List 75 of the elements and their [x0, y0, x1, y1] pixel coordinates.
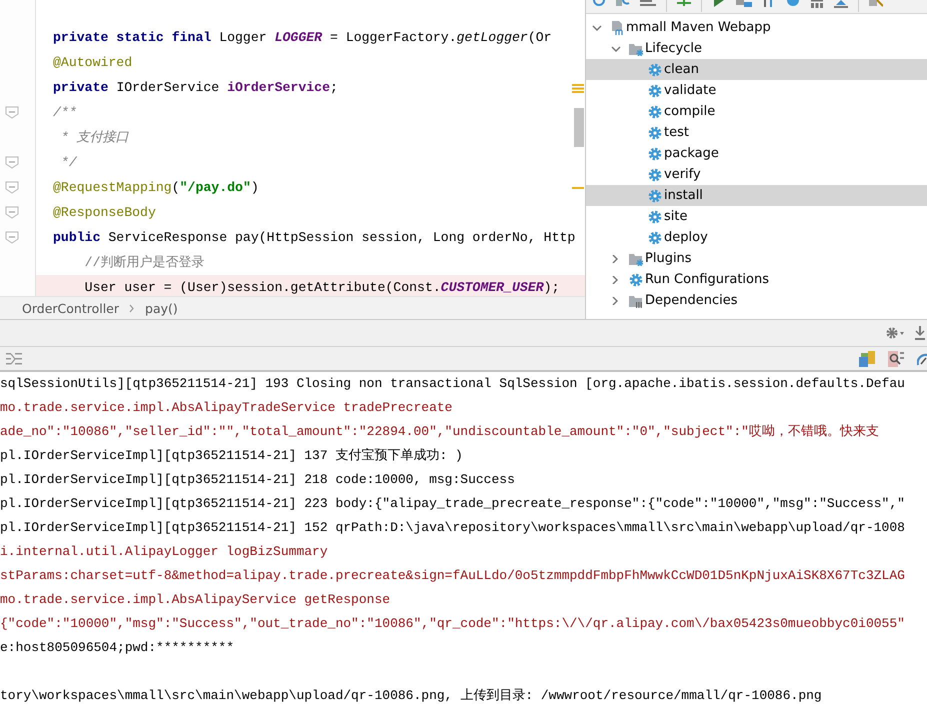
tree-item[interactable]: Dependencies [586, 290, 927, 311]
wrench-icon[interactable] [869, 0, 883, 8]
log-line: pl.IOrderServiceImpl][qtp365211514-21] 223 body:{"alipay_trade_precreate_response":{"code":"10000","msg":"Success"," [0, 495, 906, 513]
refresh-icon[interactable] [592, 0, 606, 8]
breadcrumb-item[interactable]: pay() [145, 300, 178, 316]
scrollbar-thumb[interactable] [574, 108, 584, 147]
gear-icon [648, 230, 662, 244]
code-line: @RequestMapping("/pay.do") [52, 179, 259, 197]
plus-icon[interactable] [677, 0, 691, 8]
layout-icon[interactable] [859, 350, 875, 366]
gear-icon [648, 168, 662, 182]
code-line: //判断用户是否登录 [84, 254, 204, 272]
tree-item[interactable]: mmall Maven Webapp [586, 17, 927, 38]
soft-wrap-icon[interactable] [6, 352, 22, 366]
collapse-icon[interactable] [834, 0, 848, 8]
chevron-right-icon [129, 304, 136, 312]
log-line: ade_no":"10086","seller_id":"","total_amount":"22894.00","undiscountable_amount":"0","subject":"哎呦，不错哦。快来支 [0, 423, 880, 441]
log-line: i.internal.util.AlipayLogger logBizSummary [0, 543, 329, 561]
gear-icon [648, 146, 662, 160]
pin-icon[interactable] [915, 326, 925, 340]
tree-item[interactable]: compile [586, 101, 927, 122]
gear-icon [648, 126, 662, 140]
chevron-down-icon[interactable] [611, 44, 621, 52]
maven-project-icon [610, 20, 624, 34]
log-line: pl.IOrderServiceImpl][qtp365211514-21] 218 code:10000, msg:Success [0, 471, 516, 489]
fold-marker-icon[interactable] [5, 231, 19, 244]
tree-item[interactable]: Lifecycle [586, 38, 927, 59]
tree-item[interactable]: Plugins [586, 248, 927, 269]
log-line: e:host805096504;pwd:********** [0, 639, 236, 657]
tree-item[interactable]: Run Configurations [586, 269, 927, 290]
log-line: stParams:charset=utf-8&method=alipay.trade.precreate&sign=fAuLLdo/0o5tzmmpddFmbpFhMwwkCcWD01D5nKpNjuxAiSK8X67Tc3ZLAG [0, 567, 906, 585]
gear-icon [648, 84, 662, 98]
tree-item[interactable]: deploy [586, 227, 927, 248]
tree-item[interactable]: site [586, 206, 927, 227]
gear-icon [648, 62, 662, 76]
hierarchy-icon[interactable] [810, 0, 824, 8]
tree-item[interactable]: verify [586, 164, 927, 185]
code-line: private static final Logger LOGGER = LoggerFactory.getLogger(Or [52, 29, 552, 47]
code-line: @ResponseBody [52, 204, 156, 222]
log-line: sqlSessionUtils][qtp365211514-21] 193 Closing non transactional SqlSession [org.apache.ibatis.session.defaults.Defau [0, 375, 906, 393]
log-line: mo.trade.service.impl.AbsAlipayService getResponse [0, 591, 392, 609]
gear-icon [648, 210, 662, 224]
folder-gear-icon [629, 42, 643, 56]
log-line: tory\workspaces\mmall\src\main\webapp\upload/qr-10086.png, 上传到目录: /wwwroot/resource/mmall/qr-10086.png [0, 687, 823, 705]
code-line: @Autowired [52, 54, 132, 72]
refresh-icon[interactable] [616, 0, 630, 8]
log-line: pl.IOrderServiceImpl][qtp365211514-21] 137 支付宝预下单成功: ) [0, 447, 464, 465]
fold-marker-icon[interactable] [5, 106, 19, 119]
log-line: mo.trade.service.impl.AbsAlipayTradeService tradePrecreate [0, 399, 454, 417]
code-line: * 支付接口 [60, 129, 129, 147]
log-line: pl.IOrderServiceImpl][qtp365211514-21] 152 qrPath:D:\java\repository\workspaces\mmall\src\main\webapp\upload/qr-1008 [0, 519, 906, 537]
gear-icon [648, 188, 662, 202]
code-line: public ServiceResponse pay(HttpSession session, Long orderNo, Http [52, 229, 576, 247]
fold-marker-icon[interactable] [5, 206, 19, 219]
warning-marks-icon [572, 84, 584, 93]
search-icon[interactable] [888, 350, 904, 366]
tree-item[interactable]: validate [586, 80, 927, 101]
library-folder-icon [629, 294, 643, 308]
chevron-down-icon[interactable] [592, 24, 602, 32]
play-icon[interactable] [712, 0, 726, 8]
code-line: /** [52, 104, 77, 122]
tree-item[interactable]: package [586, 143, 927, 164]
tree-item[interactable]: test [586, 122, 927, 143]
gear-icon [629, 272, 643, 286]
log-line: {"code":"10000","msg":"Success","out_trade_no":"10086","qr_code":"https:\/\/qr.alipay.com\/bax05423s0mueobbyc0i0055" [0, 615, 906, 633]
settings-icon[interactable] [885, 326, 905, 340]
fold-marker-icon[interactable] [5, 156, 19, 169]
breadcrumb-item[interactable]: OrderController [22, 300, 120, 316]
tree-item[interactable]: clean [586, 59, 927, 80]
tree-item[interactable]: install [586, 185, 927, 206]
gear-icon [648, 104, 662, 118]
fold-marker-icon[interactable] [5, 181, 19, 194]
code-line: private IOrderService iOrderService; [52, 79, 338, 97]
folder-gear-icon [629, 252, 643, 266]
code-line: */ [60, 154, 77, 172]
